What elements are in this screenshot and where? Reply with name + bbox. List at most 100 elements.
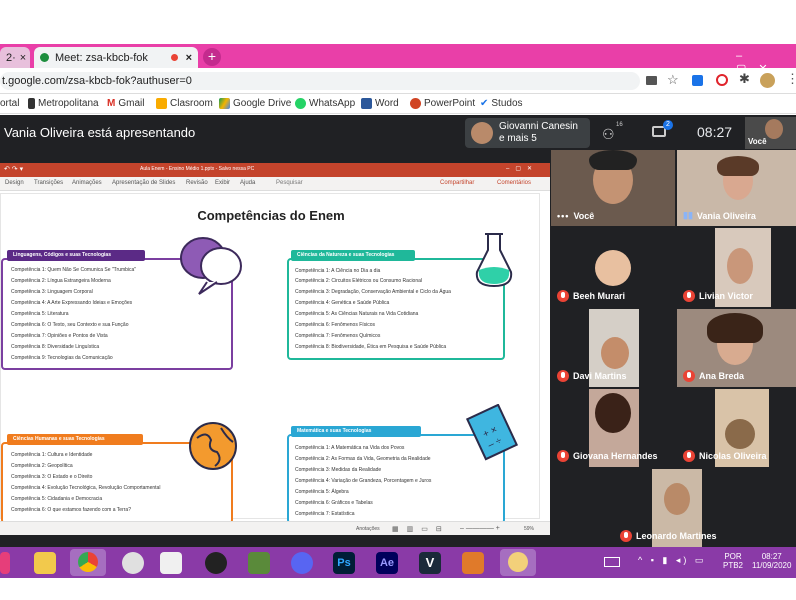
share-button[interactable]: Compartilhar — [440, 180, 474, 186]
keyboard-icon[interactable] — [604, 557, 620, 567]
participant-name: Leonardo Martines — [620, 530, 717, 542]
more-icon: ••• — [557, 211, 570, 221]
bookmark-label: Word — [375, 98, 399, 109]
close-icon[interactable]: × — [20, 52, 26, 64]
globe-icon — [189, 422, 237, 470]
self-label: Você — [748, 137, 767, 146]
menu-design[interactable]: Design — [5, 180, 24, 186]
menu-exibir[interactable]: Exibir — [215, 180, 230, 186]
bookmark-item[interactable]: PowerPoint — [410, 98, 475, 109]
bookmark-item[interactable]: Clasroom — [156, 98, 213, 109]
whatsapp-desktop-icon[interactable] — [122, 552, 144, 574]
notes-button[interactable]: Anotações — [356, 526, 380, 532]
zoom-slider[interactable]: – ———— + — [460, 525, 500, 532]
bookmark-item[interactable]: Word — [361, 98, 399, 109]
participant-tile[interactable]: Leonardo Martines — [614, 469, 738, 547]
close-icon[interactable]: × — [186, 52, 192, 64]
participant-tile[interactable]: Livian Victor — [677, 228, 796, 307]
url-field[interactable]: t.google.com/zsa-kbcb-fok?authuser=0 — [0, 72, 640, 90]
competency-item: Competência 6: O Texto, seu Contexto e s… — [11, 322, 129, 328]
menu-kebab-icon[interactable]: ⋮ — [786, 71, 796, 87]
bookmark-item[interactable]: Google Drive — [219, 98, 291, 109]
competency-item: Competência 5: Literatura — [11, 311, 69, 317]
tab-meet[interactable]: Meet: zsa-kbcb-fok × — [34, 47, 198, 68]
check-icon: ✔ — [480, 98, 489, 109]
classroom-icon — [156, 98, 167, 109]
minecraft-icon[interactable] — [248, 552, 270, 574]
bookmark-item[interactable]: M Gmail — [107, 98, 144, 109]
bookmark-item[interactable]: Metropolitana — [28, 98, 99, 109]
participant-tile[interactable]: ••• Você — [551, 150, 675, 226]
bookmark-label: PowerPoint — [424, 98, 476, 109]
tab-previous[interactable]: 2· × — [0, 47, 30, 68]
menu-ajuda[interactable]: Ajuda — [240, 180, 255, 186]
camera-icon[interactable] — [646, 76, 657, 85]
photoshop-icon[interactable]: Ps — [333, 552, 355, 574]
app-icon[interactable] — [160, 552, 182, 574]
participant-tile[interactable]: ▮▮ Vania Oliveira — [677, 150, 796, 226]
view-buttons[interactable]: ▦▥▭⊟ — [392, 525, 450, 533]
participant-tile[interactable]: Giovana Hernandes — [551, 389, 675, 467]
search-field[interactable]: Pesquisar — [276, 180, 303, 186]
chrome-taskbar-button[interactable] — [70, 549, 106, 576]
participant-tile[interactable]: Ana Breda — [677, 309, 796, 387]
competency-item: Competência 4: Variação de Grandeza, Por… — [295, 478, 432, 484]
mic-off-icon — [683, 370, 695, 382]
new-tab-button[interactable]: + — [203, 48, 221, 66]
competency-item: Competência 4: A Arte Expressando Ideias… — [11, 300, 133, 306]
obs-icon[interactable] — [205, 552, 227, 574]
after-effects-icon[interactable]: Ae — [376, 552, 398, 574]
vegas-icon[interactable]: V — [419, 552, 441, 574]
competency-item: Competência 5: As Ciências Naturais na V… — [295, 311, 419, 317]
window-controls[interactable]: –▢✕ — [506, 165, 538, 172]
discord-icon[interactable] — [291, 552, 313, 574]
participants-popup[interactable]: Giovanni Canesin e mais 5 — [465, 118, 590, 148]
bookmark-item[interactable]: WhatsApp — [295, 98, 355, 109]
participant-tile[interactable]: Beeh Murari — [551, 228, 675, 307]
participant-name: Ana Breda — [683, 370, 744, 382]
menu-transicoes[interactable]: Transições — [34, 180, 63, 186]
file-explorer-icon[interactable] — [34, 552, 56, 574]
bookmarks-bar: ortal Metropolitana M Gmail Clasroom Goog… — [0, 94, 796, 114]
meeting-time: 08:27 — [697, 124, 733, 140]
participant-tile[interactable]: Davi Martins — [551, 309, 675, 387]
people-count: 16 — [616, 122, 623, 128]
competency-item: Competência 7: Fenômenos Químicos — [295, 333, 381, 339]
language-indicator[interactable]: POR PTB2 — [723, 552, 743, 570]
menu-animacoes[interactable]: Animações — [72, 180, 102, 186]
competency-item: Competência 6: Gráficos e Tabelas — [295, 500, 373, 506]
competency-item: Competência 8: Biodiversidade, Ética em … — [295, 344, 447, 350]
competency-item: Competência 1: Cultura e Identidade — [11, 452, 93, 458]
undo-icon[interactable]: ↶ ↷ ▾ — [4, 165, 23, 173]
comments-button[interactable]: Comentários — [497, 180, 531, 186]
paint-taskbar-button[interactable] — [500, 549, 536, 576]
menu-apresentacao[interactable]: Apresentação de Slides — [112, 180, 175, 186]
competency-item: Competência 8: Diversidade Linguística — [11, 344, 100, 350]
extension-translate-icon[interactable] — [692, 75, 703, 86]
tray-icons[interactable]: ^ ▪ ▮ ◂) ▭ — [638, 555, 706, 566]
popup-name: Giovanni Canesin — [499, 121, 578, 132]
bookmark-item[interactable]: ortal — [0, 98, 19, 109]
browser-tab-strip: 2·× Meet: zsa-kbcb-fok × + –▢✕ — [0, 44, 796, 75]
clock[interactable]: 08:27 11/09/2020 — [752, 552, 791, 570]
box-header: Matemática e suas Tecnologias — [291, 426, 421, 437]
tab-previous-label: 2· — [6, 51, 16, 64]
windows-taskbar: Ps Ae V ^ ▪ ▮ ◂) ▭ POR PTB2 08:27 11/09/20… — [0, 547, 796, 578]
mic-off-icon — [557, 370, 569, 382]
speech-bubbles-icon — [180, 237, 242, 295]
people-icon[interactable]: ⚇ — [602, 126, 615, 143]
speaking-icon: ▮▮ — [683, 210, 693, 220]
menu-revisao[interactable]: Revisão — [186, 180, 208, 186]
opera-icon[interactable] — [716, 74, 728, 86]
bookmark-item[interactable]: ✔ Studos — [480, 98, 523, 109]
puzzle-icon[interactable]: ✱ — [739, 71, 750, 87]
star-icon[interactable]: ☆ — [667, 72, 679, 88]
box-header: Linguagens, Códigos e suas Tecnologias — [7, 250, 145, 261]
competency-item: Competência 2: Circuitos Elétricos ou Co… — [295, 278, 423, 284]
participant-tile[interactable]: Nicolas Oliveira — [677, 389, 796, 467]
taskbar-app-icon[interactable] — [0, 552, 10, 574]
self-preview[interactable]: Você — [745, 117, 796, 149]
competency-item: Competência 1: A Ciência no Dia a dia — [295, 268, 381, 274]
app-icon[interactable] — [462, 552, 484, 574]
avatar[interactable] — [760, 73, 775, 88]
